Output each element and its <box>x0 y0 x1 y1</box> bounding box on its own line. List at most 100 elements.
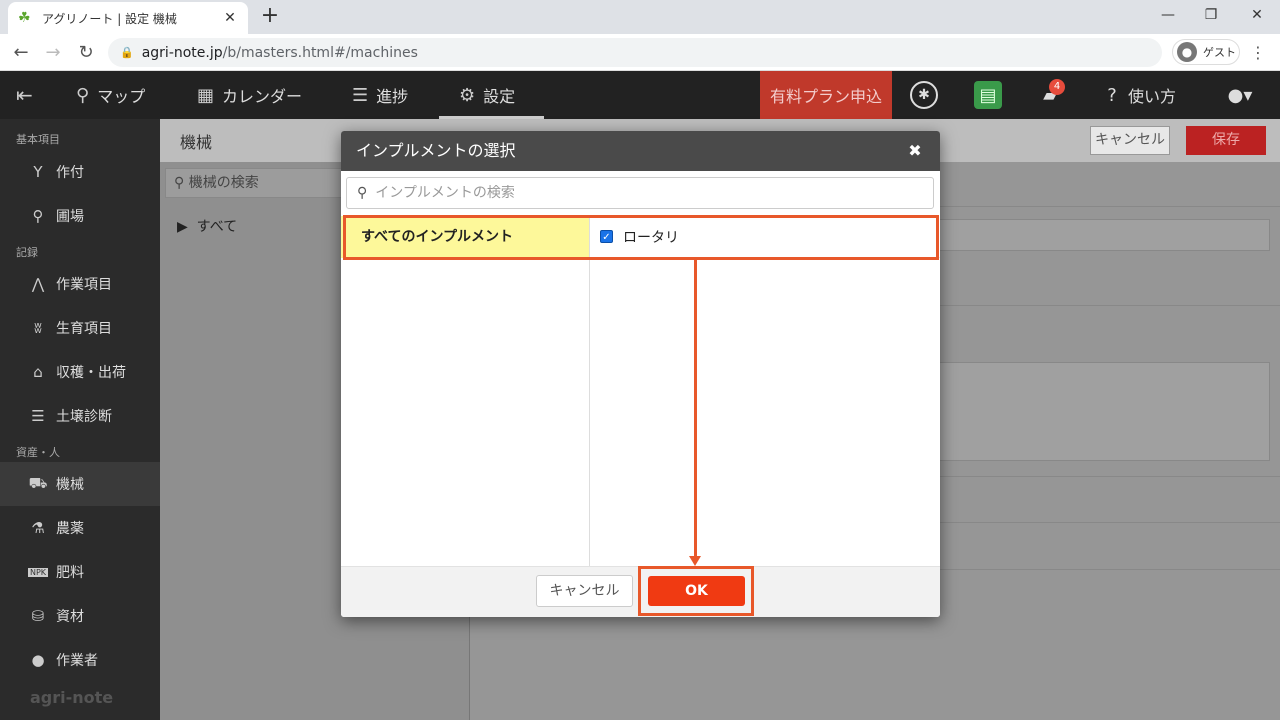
browser-tab-bar: ☘ アグリノート | 設定 機械 ✕ + — ❐ ✕ <box>0 0 1280 34</box>
sidebar-item-label: 作業者 <box>56 653 98 669</box>
checklist-icon: ☰ <box>352 84 369 106</box>
highlight-box-row <box>343 215 939 260</box>
machine-search-placeholder: 機械の検索 <box>188 175 259 191</box>
user-avatar-icon: ● <box>1177 42 1197 62</box>
sidebar-item-label: 生育項目 <box>56 321 112 337</box>
help-label[interactable]: 使い方 <box>1128 71 1176 119</box>
divider <box>938 206 1280 207</box>
sliders-icon: ☰ <box>31 407 45 425</box>
annotation-arrow-head <box>689 556 701 566</box>
implement-search-field[interactable]: ⚲ <box>346 177 934 209</box>
notebook-icon[interactable]: ▤ <box>974 81 1002 109</box>
nav-calendar[interactable]: ▦ カレンダー <box>197 71 302 119</box>
gear-icon: ⚙ <box>459 84 476 106</box>
divider <box>938 476 1280 477</box>
notification-badge: 4 <box>1049 79 1065 95</box>
sidebar-item-label: 肥料 <box>56 565 84 581</box>
calendar-icon: ▦ <box>197 84 215 106</box>
sprout-icon: Y <box>33 163 43 181</box>
machine-search-input[interactable]: ⚲ 機械の検索 <box>165 168 345 198</box>
detail-field[interactable] <box>938 219 1270 251</box>
highlight-box-ok <box>638 566 754 616</box>
annotation-arrow <box>694 260 697 556</box>
sidebar-section-title: 記録 <box>16 246 38 259</box>
asterisk-icon[interactable]: ✱ <box>910 81 938 109</box>
sidebar-item-label: 作業項目 <box>56 277 112 293</box>
implement-select-dialog: インプルメントの選択 ✖ ⚲ すべてのインプルメント ✓ ロータリ キャンセル … <box>341 131 940 617</box>
divider <box>938 569 1280 570</box>
map-pin-icon: ⚲ <box>76 84 90 106</box>
sidebar-item-material[interactable]: ⛁ 資材 <box>0 594 160 638</box>
reload-icon[interactable]: ↻ <box>73 40 99 66</box>
forward-arrow-icon[interactable]: → <box>40 40 66 66</box>
sidebar-item-worker[interactable]: ● 作業者 <box>0 638 160 682</box>
window-close-button[interactable]: ✕ <box>1234 0 1280 30</box>
save-button[interactable]: 保存 <box>1186 126 1266 155</box>
url-host: agri-note.jp <box>141 44 223 61</box>
user-menu-icon[interactable]: ●▾ <box>1220 81 1260 109</box>
help-icon[interactable]: ? <box>1098 81 1126 109</box>
browser-menu-icon[interactable]: ⋮ <box>1250 40 1266 66</box>
search-icon: ⚲ <box>357 185 368 201</box>
flask-icon: ⚗ <box>31 519 45 537</box>
sidebar-toggle-icon[interactable]: ⇤ <box>16 71 41 119</box>
sidebar-item-pesticide[interactable]: ⚗ 農薬 <box>0 506 160 550</box>
sidebar-item-cropping[interactable]: Y 作付 <box>0 150 160 194</box>
profile-button[interactable]: ● ゲスト <box>1172 39 1240 65</box>
tab-close-icon[interactable]: ✕ <box>222 10 238 26</box>
minimize-button[interactable]: — <box>1145 0 1191 30</box>
sidebar-item-growth[interactable]: ʬ 生育項目 <box>0 306 160 350</box>
new-tab-button[interactable]: + <box>258 4 282 28</box>
sidebar-item-harvest[interactable]: ⌂ 収穫・出荷 <box>0 350 160 394</box>
nav-map[interactable]: ⚲ マップ <box>76 71 145 119</box>
tree-root-label: すべて <box>196 219 238 235</box>
paid-plan-button[interactable]: 有料プラン申込 <box>760 71 892 119</box>
person-icon: ● <box>31 651 45 669</box>
sidebar-item-machines[interactable]: ⛟ 機械 <box>0 462 160 506</box>
dialog-cancel-button[interactable]: キャンセル <box>536 575 633 607</box>
tractor-icon: ⛟ <box>28 474 48 492</box>
cancel-button[interactable]: キャンセル <box>1090 126 1170 155</box>
sidebar-item-label: 機械 <box>56 477 84 493</box>
sidebar-item-soil[interactable]: ☰ 土壌診断 <box>0 394 160 438</box>
sidebar: 基本項目 Y 作付 ⚲ 圃場 記録 ⋀ 作業項目 ʬ 生育項目 ⌂ 収穫・出荷 ☰ 土壌診断… <box>0 119 160 720</box>
sidebar-item-label: 農薬 <box>56 521 84 537</box>
implement-search-input[interactable] <box>375 185 916 201</box>
nav-progress[interactable]: ☰ 進捗 <box>352 71 408 119</box>
material-icon: ⛁ <box>31 607 45 625</box>
divider <box>938 305 1280 306</box>
nav-settings-label: 設定 <box>483 87 516 106</box>
work-icon: ⋀ <box>31 275 45 293</box>
dialog-title: インプルメントの選択 <box>341 131 940 171</box>
lock-icon: 🔒 <box>120 46 134 59</box>
address-bar: ← → ↻ 🔒 agri-note.jp/b/masters.html#/mac… <box>0 34 1280 71</box>
sidebar-section-title: 資産・人 <box>16 446 60 459</box>
app-header: ⇤ ⚲ マップ ▦ カレンダー ☰ 進捗 ⚙ 設定 有料プラン申込 ✱ ▤ ▰ ? 使い… <box>0 71 1280 119</box>
browser-tab[interactable]: ☘ アグリノート | 設定 機械 ✕ <box>8 2 248 34</box>
divider <box>938 522 1280 523</box>
tree-root[interactable]: ▶ すべて <box>177 216 237 236</box>
sidebar-item-label: 土壌診断 <box>56 409 112 425</box>
growth-icon: ʬ <box>34 319 42 337</box>
sidebar-item-field[interactable]: ⚲ 圃場 <box>0 194 160 238</box>
sidebar-item-label: 資材 <box>56 609 84 625</box>
detail-textarea[interactable] <box>938 362 1270 461</box>
page-title: 機械 <box>180 133 213 152</box>
restore-button[interactable]: ❐ <box>1188 0 1234 30</box>
sidebar-item-work[interactable]: ⋀ 作業項目 <box>0 262 160 306</box>
close-icon[interactable]: ✖ <box>905 141 925 161</box>
sidebar-section-title: 基本項目 <box>16 133 60 146</box>
location-icon: ⚲ <box>32 207 44 225</box>
nav-calendar-label: カレンダー <box>222 87 303 106</box>
url-path: /b/masters.html#/machines <box>222 44 418 61</box>
nav-settings[interactable]: ⚙ 設定 <box>459 71 515 119</box>
sidebar-item-fertilizer[interactable]: NPK 肥料 <box>0 550 160 594</box>
sidebar-item-label: 作付 <box>56 165 84 181</box>
profile-label: ゲスト <box>1203 46 1236 59</box>
nav-progress-label: 進捗 <box>376 87 409 106</box>
brand-logo: agri-note <box>30 688 114 707</box>
back-arrow-icon[interactable]: ← <box>8 40 34 66</box>
tab-title: アグリノート | 設定 機械 <box>42 11 177 26</box>
url-field[interactable]: 🔒 agri-note.jp/b/masters.html#/machines <box>108 38 1162 67</box>
sidebar-item-label: 収穫・出荷 <box>56 365 126 381</box>
